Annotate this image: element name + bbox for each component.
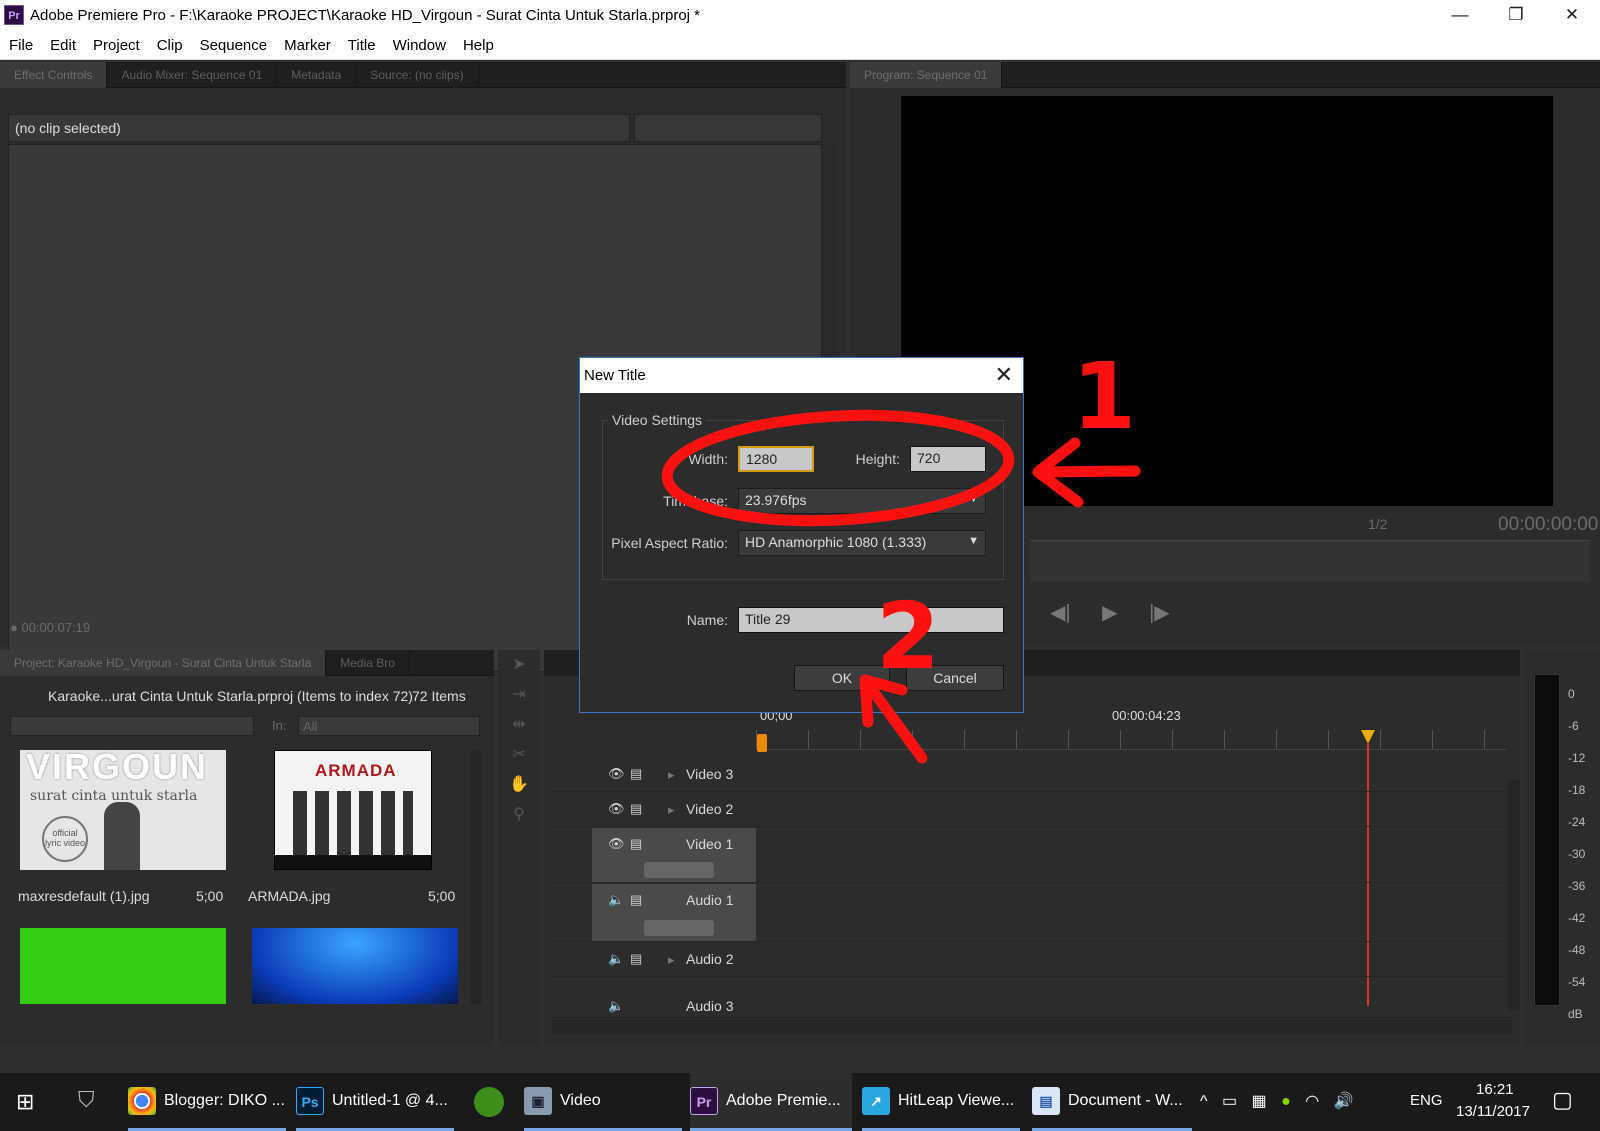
taskbar-item-photoshop[interactable]: Ps Untitled-1 @ 4... bbox=[296, 1073, 454, 1131]
chrome-icon bbox=[128, 1086, 156, 1115]
photoshop-icon: Ps bbox=[296, 1086, 324, 1115]
volume-icon[interactable]: 🔊 bbox=[1334, 1093, 1354, 1110]
hitleap-icon: ↗ bbox=[862, 1086, 890, 1115]
wifi-icon[interactable]: ◠ bbox=[1305, 1093, 1319, 1110]
green-leaf-app-icon[interactable] bbox=[474, 1087, 504, 1117]
taskbar-item-video[interactable]: ▣ Video bbox=[524, 1073, 682, 1131]
taskbar-item-wordpad[interactable]: ▤ Document - W... bbox=[1032, 1073, 1192, 1131]
taskbar-label: Blogger: DIKO ... bbox=[164, 1092, 285, 1109]
taskbar-item-hitleap[interactable]: ↗ HitLeap Viewe... bbox=[862, 1073, 1020, 1131]
annotation-layer: 1 2 bbox=[661, 343, 1141, 764]
premiere-icon: Pr bbox=[690, 1086, 718, 1115]
annotation-number-1: 1 bbox=[1072, 343, 1136, 450]
taskbar-label: Untitled-1 @ 4... bbox=[332, 1092, 448, 1109]
device-icon[interactable]: ▦ bbox=[1252, 1093, 1267, 1110]
windows-taskbar: ⊞ ⛉ Blogger: DIKO ... Ps Untitled-1 @ 4..… bbox=[0, 1073, 1600, 1131]
taskbar-item-premiere[interactable]: Pr Adobe Premie... bbox=[690, 1073, 852, 1131]
annotation-arrow-2 bbox=[859, 674, 928, 764]
annotation-arrow-1 bbox=[1032, 437, 1141, 508]
taskbar-label: Video bbox=[560, 1092, 601, 1109]
taskbar-label: HitLeap Viewe... bbox=[898, 1092, 1015, 1109]
clock-date[interactable]: 13/11/2017 bbox=[1456, 1103, 1530, 1120]
game-app-icon[interactable]: ⛉ bbox=[78, 1087, 95, 1113]
clock-time[interactable]: 16:21 bbox=[1476, 1081, 1514, 1098]
taskbar-label: Document - W... bbox=[1068, 1092, 1183, 1109]
taskbar-item-chrome[interactable]: Blogger: DIKO ... bbox=[128, 1073, 286, 1131]
tray-app-icon[interactable]: ● bbox=[1281, 1093, 1291, 1110]
battery-icon[interactable]: ▭ bbox=[1222, 1093, 1237, 1110]
chevron-up-icon[interactable]: ^ bbox=[1200, 1093, 1208, 1110]
notification-icon[interactable]: ▢ bbox=[1552, 1087, 1573, 1113]
video-folder-icon: ▣ bbox=[524, 1086, 552, 1115]
system-tray-icons: ^ ▭ ▦ ● ◠ 🔊 bbox=[1200, 1091, 1354, 1111]
annotation-number-2: 2 bbox=[876, 583, 940, 690]
wordpad-icon: ▤ bbox=[1032, 1086, 1060, 1115]
windows-start-icon[interactable]: ⊞ bbox=[16, 1089, 34, 1115]
annotation-circle bbox=[661, 409, 1015, 527]
language-indicator[interactable]: ENG bbox=[1410, 1092, 1443, 1109]
taskbar-label: Adobe Premie... bbox=[726, 1092, 841, 1109]
